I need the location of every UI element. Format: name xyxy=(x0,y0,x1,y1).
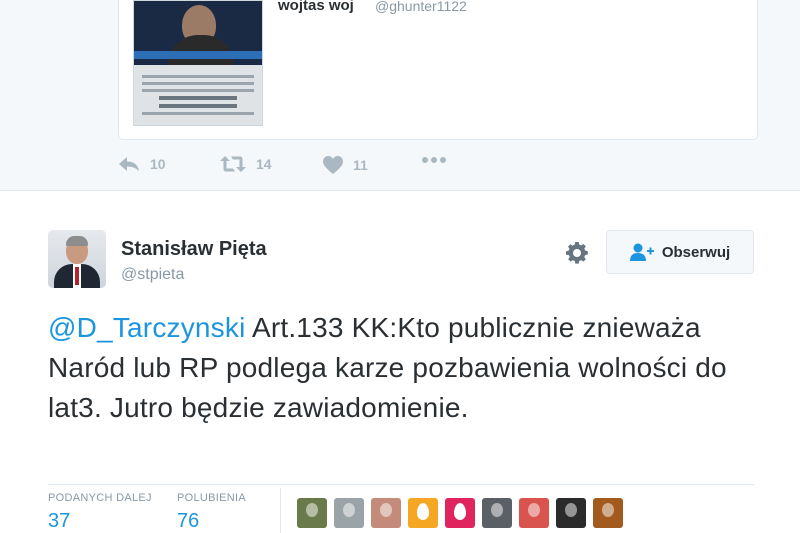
reply-button[interactable]: 10 xyxy=(118,156,166,172)
liker-avatar[interactable] xyxy=(482,498,512,528)
avatar-silhouette xyxy=(528,503,540,517)
likes-stat-label[interactable]: POLUBIENIA xyxy=(177,492,246,504)
more-button[interactable] xyxy=(421,156,457,164)
liker-avatar[interactable] xyxy=(334,498,364,528)
reply-icon xyxy=(119,157,139,171)
reply-count: 10 xyxy=(150,156,166,172)
mention-link[interactable]: @D_Tarczynski xyxy=(48,312,246,343)
more-dots-icon xyxy=(422,157,446,163)
retweets-stat-value[interactable]: 37 xyxy=(48,510,70,533)
liker-avatar[interactable] xyxy=(556,498,586,528)
image-caption-lines xyxy=(142,71,254,119)
egg-avatar-icon xyxy=(417,503,429,520)
liker-avatar[interactable] xyxy=(519,498,549,528)
liker-avatar[interactable] xyxy=(297,498,327,528)
avatar-silhouette xyxy=(565,503,577,517)
image-ticker-bar xyxy=(134,51,262,59)
liker-avatar[interactable] xyxy=(445,498,475,528)
like-button[interactable]: 11 xyxy=(323,156,368,174)
avatar-silhouette xyxy=(380,503,392,517)
retweet-icon xyxy=(220,156,246,172)
retweet-count: 14 xyxy=(256,156,272,172)
quoted-author-handle[interactable]: @ghunter1122 xyxy=(375,0,467,14)
follow-button[interactable]: Obserwuj xyxy=(606,230,754,274)
quoted-author-name[interactable]: wojtas woj xyxy=(278,0,354,14)
avatar-silhouette xyxy=(343,503,355,517)
avatar-silhouette xyxy=(306,503,318,517)
likes-stat-value[interactable]: 76 xyxy=(177,510,199,533)
liker-avatar[interactable] xyxy=(408,498,438,528)
retweet-button[interactable]: 14 xyxy=(220,156,272,172)
avatar-silhouette xyxy=(602,503,614,517)
follow-label: Obserwuj xyxy=(661,243,731,261)
retweets-stat-label[interactable]: PODANYCH DALEJ xyxy=(48,492,152,504)
tweet-text: @D_Tarczynski Art.133 KK:Kto publicznie … xyxy=(48,308,748,428)
add-user-icon xyxy=(629,243,654,261)
author-name[interactable]: Stanisław Pięta xyxy=(121,238,267,261)
liker-avatar[interactable] xyxy=(593,498,623,528)
avatar-silhouette xyxy=(491,503,503,517)
like-count: 11 xyxy=(353,157,368,173)
liker-avatar[interactable] xyxy=(371,498,401,528)
stats-divider xyxy=(48,484,754,485)
heart-icon xyxy=(323,156,343,174)
quoted-tweet-image[interactable] xyxy=(133,0,263,126)
author-handle[interactable]: @stpieta xyxy=(121,266,184,284)
egg-avatar-icon xyxy=(454,503,466,520)
gear-icon[interactable] xyxy=(565,241,589,265)
author-avatar[interactable] xyxy=(48,230,106,288)
quoted-tweet-section: wojtas woj @ghunter1122 10 14 11 xyxy=(0,0,800,191)
stats-separator xyxy=(280,488,281,533)
liker-avatars xyxy=(297,498,630,528)
